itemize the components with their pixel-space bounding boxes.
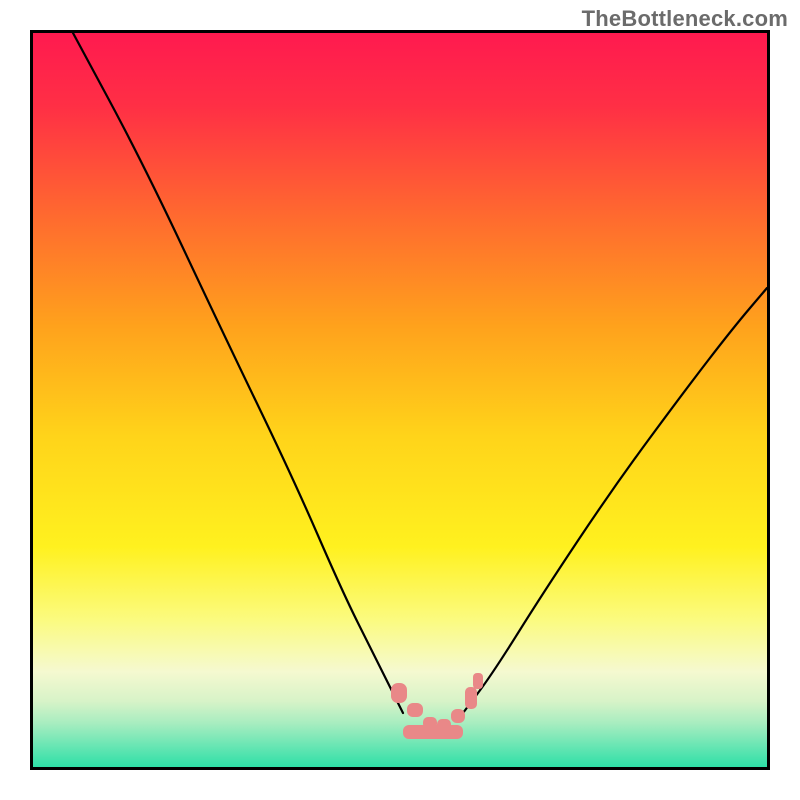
plot-area: [30, 30, 770, 770]
watermark-text: TheBottleneck.com: [582, 6, 788, 32]
bottleneck-curve: [33, 33, 767, 767]
curve-left-segment: [73, 33, 403, 713]
valley-segment: [437, 719, 451, 731]
valley-segment: [465, 687, 477, 709]
valley-segment: [451, 709, 465, 723]
valley-segment: [403, 725, 463, 739]
valley-segment: [473, 673, 483, 689]
valley-segment: [407, 703, 423, 717]
valley-marker: [391, 673, 483, 739]
curve-right-segment: [463, 288, 767, 713]
valley-segment: [391, 683, 407, 703]
chart-frame: TheBottleneck.com: [0, 0, 800, 800]
